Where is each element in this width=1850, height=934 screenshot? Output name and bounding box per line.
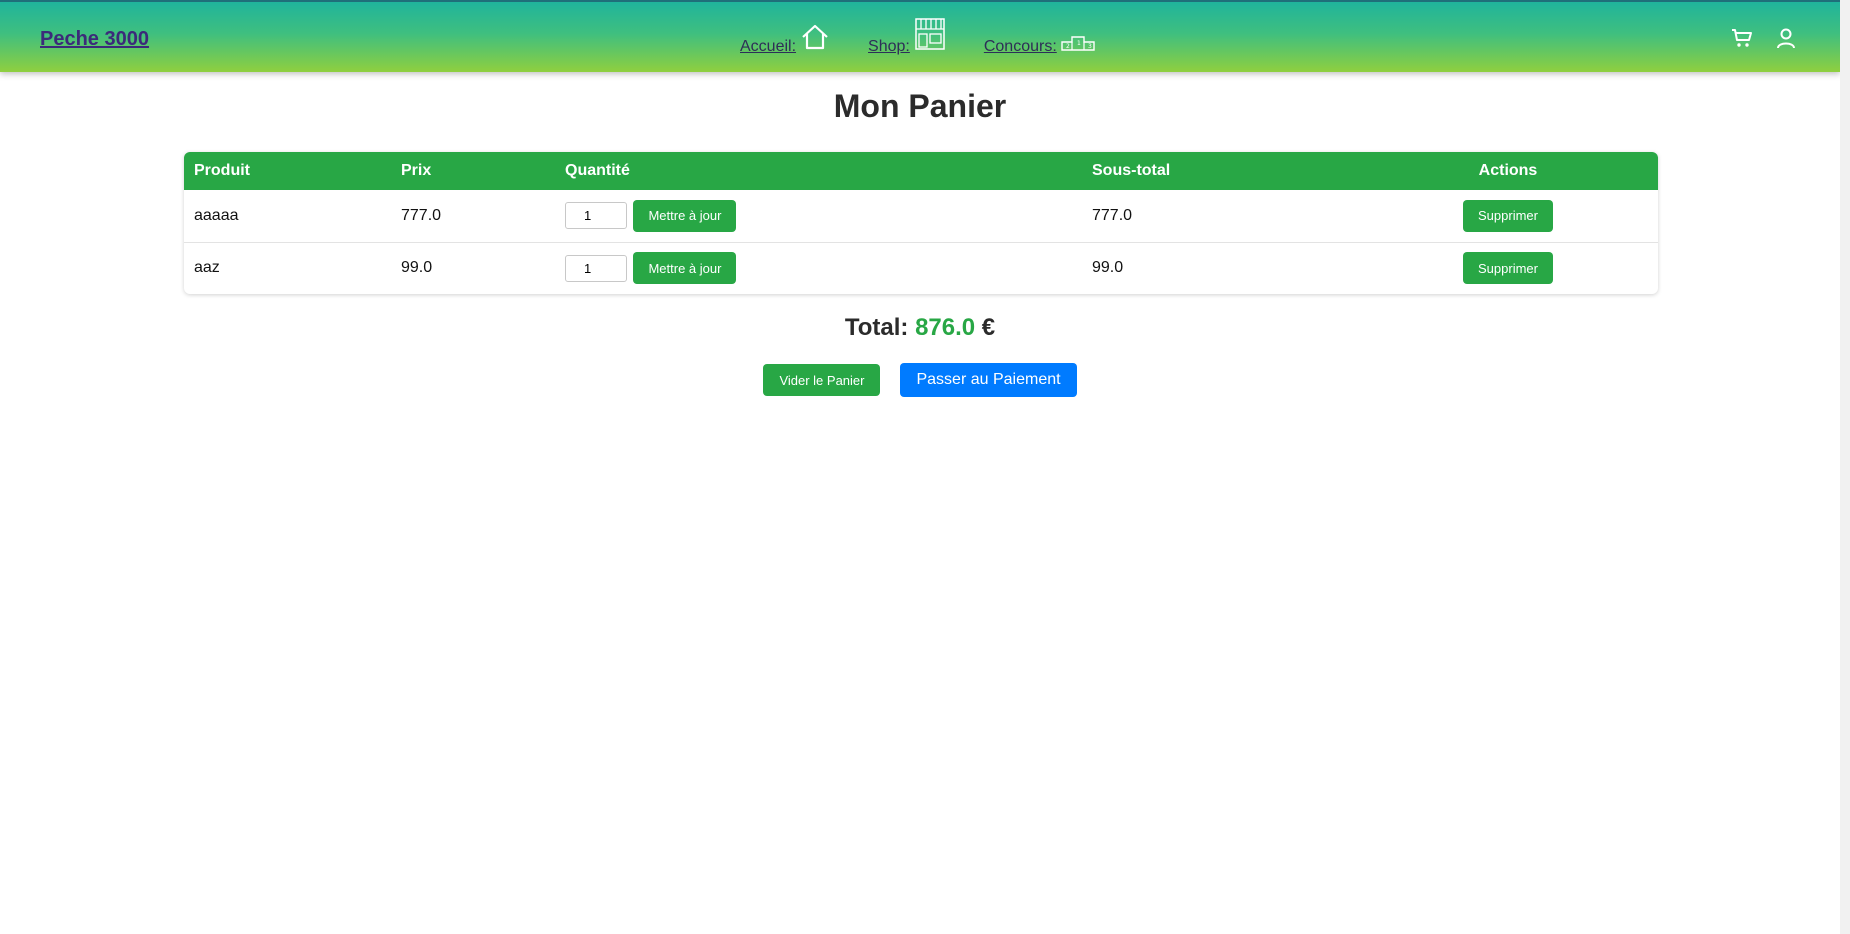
brand-link[interactable]: Peche 3000 <box>40 28 149 51</box>
nav-accueil[interactable]: Accueil: <box>740 20 830 56</box>
page-scrollbar[interactable] <box>1840 0 1850 934</box>
header-icons <box>1730 26 1798 50</box>
cart-icon[interactable] <box>1730 26 1754 50</box>
column-header-product: Produit <box>194 162 250 179</box>
delete-button[interactable]: Supprimer <box>1463 252 1553 285</box>
quantity-input[interactable] <box>565 202 627 230</box>
column-header-subtotal: Sous-total <box>1092 162 1171 179</box>
quantity-cell: Mettre à jour <box>555 242 1082 294</box>
update-quantity-button[interactable]: Mettre à jour <box>633 252 737 285</box>
column-header-price: Prix <box>401 162 432 179</box>
cart-table: Produit Prix Quantité Sous-total Actions… <box>184 152 1658 294</box>
product-subtotal: 99.0 <box>1092 259 1124 277</box>
currency-symbol: € <box>981 314 996 341</box>
nav-accueil-label: Accueil: <box>740 38 797 55</box>
main-nav: Accueil: Shop: Concours: 2 1 3 <box>740 17 1133 56</box>
table-row: aaz 99.0 Mettre à jour 99.0 Supprimer <box>184 242 1658 294</box>
top-navbar: Peche 3000 Accueil: Shop: Concours: 2 1 … <box>0 0 1840 72</box>
cart-table-container: Produit Prix Quantité Sous-total Actions… <box>184 152 1658 294</box>
product-name: aaaaa <box>194 206 239 224</box>
nav-concours[interactable]: Concours: 2 1 3 <box>984 20 1095 56</box>
nav-concours-label: Concours: <box>983 38 1057 55</box>
podium-icon: 2 1 3 <box>1061 33 1095 56</box>
delete-button[interactable]: Supprimer <box>1463 199 1553 232</box>
column-header-quantity: Quantité <box>565 162 630 179</box>
product-subtotal: 777.0 <box>1092 206 1133 224</box>
quantity-input[interactable] <box>565 254 627 282</box>
home-icon <box>800 23 830 56</box>
table-header-row: Produit Prix Quantité Sous-total Actions <box>184 152 1658 190</box>
checkout-button[interactable]: Passer au Paiement <box>900 363 1077 397</box>
actions-cell: Supprimer <box>1358 190 1658 242</box>
page-title: Mon Panier <box>833 88 1007 124</box>
table-row: aaaaa 777.0 Mettre à jour 777.0 Supprime… <box>184 190 1658 242</box>
product-price: 777.0 <box>401 206 442 224</box>
cart-actions: Vider le Panier Passer au Paiement <box>0 363 1840 397</box>
total-amount: 876.0 <box>915 314 976 341</box>
product-name: aaz <box>194 259 220 277</box>
user-icon[interactable] <box>1774 26 1798 50</box>
actions-cell: Supprimer <box>1358 242 1658 294</box>
svg-text:3: 3 <box>1088 43 1092 50</box>
svg-text:2: 2 <box>1066 43 1070 50</box>
quantity-cell: Mettre à jour <box>555 190 1082 242</box>
svg-text:1: 1 <box>1077 40 1081 47</box>
clear-cart-button[interactable]: Vider le Panier <box>763 364 881 396</box>
cart-total: Total: 876.0 € <box>0 314 1840 342</box>
nav-shop-label: Shop: <box>868 38 910 55</box>
nav-shop[interactable]: Shop: <box>868 17 946 56</box>
product-price: 99.0 <box>401 259 433 277</box>
update-quantity-button[interactable]: Mettre à jour <box>633 199 737 232</box>
shop-icon <box>914 17 946 56</box>
total-label: Total: <box>844 314 909 341</box>
column-header-actions: Actions <box>1478 162 1538 179</box>
